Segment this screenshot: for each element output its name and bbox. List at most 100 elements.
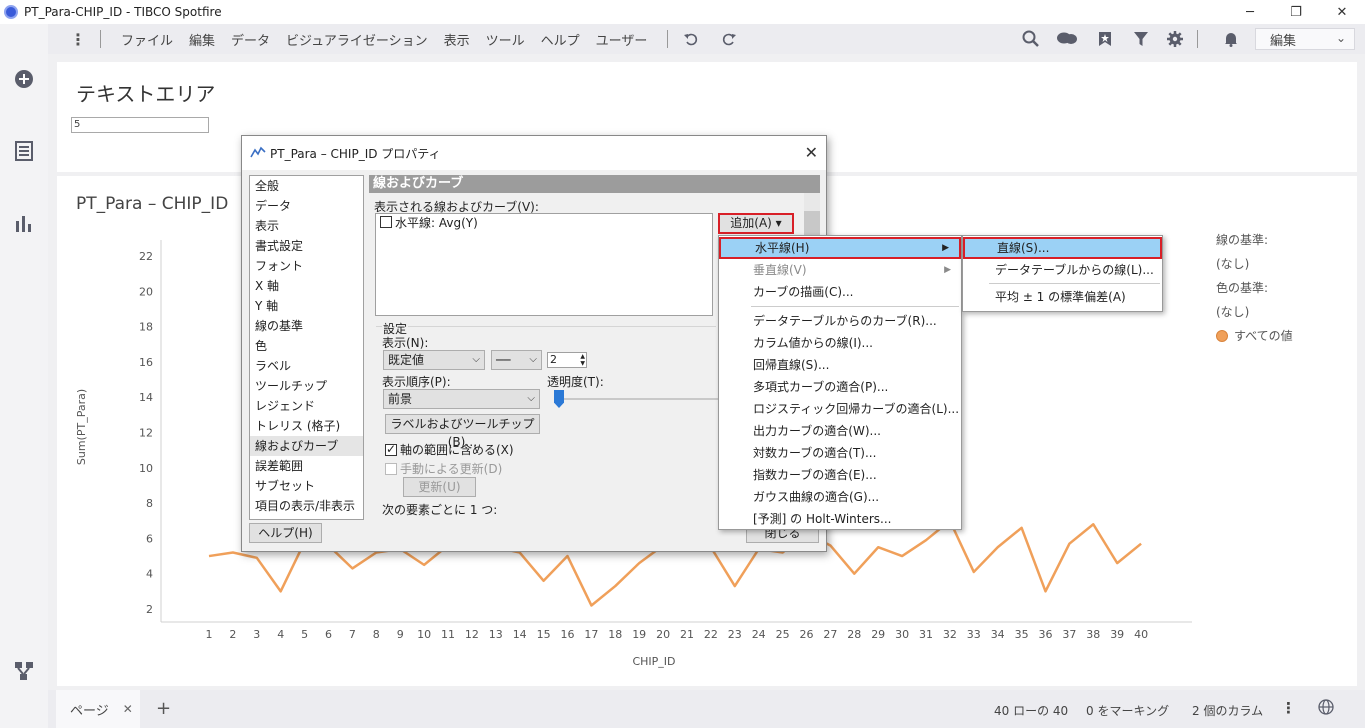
add-menu: 水平線(H) ▶ 垂直線(V) ▶ カーブの描画(C)... データテーブルからのカーブ(…: [718, 235, 962, 530]
globe-icon[interactable]: [1318, 694, 1334, 718]
dialog-titlebar[interactable]: PT_Para – CHIP_ID プロパティ ✕: [242, 136, 826, 170]
add-menu-item[interactable]: カラム値からの線(I)...: [719, 332, 961, 354]
add-menu-item[interactable]: 多項式カーブの適合(P)...: [719, 376, 961, 398]
nav-item[interactable]: フォント: [250, 256, 363, 276]
transparency-slider-thumb[interactable]: [554, 390, 564, 408]
legend-line-basis-value[interactable]: (なし): [1216, 252, 1293, 276]
column-count: 2 個のカラム: [1192, 704, 1264, 718]
page-tab[interactable]: ページ ✕: [56, 690, 140, 728]
nav-item[interactable]: レジェンド: [250, 396, 363, 416]
x-tick-label: 31: [919, 628, 933, 641]
spinner-arrows-icon[interactable]: ▲ ▼: [580, 353, 585, 367]
add-page-icon[interactable]: +: [156, 698, 171, 719]
x-tick-label: 26: [800, 628, 814, 641]
add-menu-item[interactable]: 出力カーブの適合(W)...: [719, 420, 961, 442]
chevron-down-icon: ⌵: [529, 354, 537, 365]
chevron-down-icon: ⌵: [527, 393, 535, 404]
menu-item-label: データテーブルからのカーブ(R)...: [753, 314, 937, 328]
transparency-slider-track[interactable]: [560, 398, 720, 400]
curve-item-label: 水平線: Avg(Y): [395, 215, 478, 230]
x-tick-label: 10: [417, 628, 431, 641]
submenu-item[interactable]: 平均 ± 1 の標準偏差(A): [963, 286, 1162, 308]
row-count: 40 ローの 40: [994, 704, 1069, 718]
x-tick-label: 8: [373, 628, 380, 641]
add-menu-item[interactable]: ロジスティック回帰カーブの適合(L)...: [719, 398, 961, 420]
submenu-item[interactable]: 直線(S)...: [963, 237, 1162, 259]
x-tick-label: 30: [895, 628, 909, 641]
x-tick-label: 32: [943, 628, 957, 641]
list-item[interactable]: 水平線: Avg(Y): [376, 214, 712, 230]
legend-color-basis-value[interactable]: (なし): [1216, 300, 1293, 324]
nav-item[interactable]: 色: [250, 336, 363, 356]
y-tick-label: 6: [146, 532, 153, 545]
nav-item[interactable]: トレリス (格子): [250, 416, 363, 436]
x-tick-label: 35: [1015, 628, 1029, 641]
nav-item[interactable]: Y 軸: [250, 296, 363, 316]
nav-item[interactable]: 項目の表示/非表示: [250, 496, 363, 516]
help-button[interactable]: ヘルプ(H): [249, 523, 322, 543]
order-label: 表示順序(P):: [382, 375, 451, 389]
nav-item[interactable]: 表示: [250, 216, 363, 236]
horizontal-line-submenu: 直線(S)... データテーブルからの線(L)... 平均 ± 1 の標準偏差(A): [962, 235, 1163, 312]
line-style-value: ──: [496, 353, 511, 367]
x-tick-label: 24: [752, 628, 766, 641]
nav-item[interactable]: データ: [250, 196, 363, 216]
menu-item-label: 多項式カーブの適合(P)...: [753, 380, 889, 394]
y-tick-label: 18: [139, 321, 153, 334]
close-page-icon[interactable]: ✕: [123, 702, 133, 716]
menu-separator: [751, 306, 959, 307]
add-menu-item[interactable]: 対数カーブの適合(T)...: [719, 442, 961, 464]
nav-item[interactable]: 線の基準: [250, 316, 363, 336]
line-width-spinner[interactable]: 2 ▲ ▼: [547, 352, 587, 368]
nav-item[interactable]: サブセット: [250, 476, 363, 496]
x-tick-label: 40: [1134, 628, 1148, 641]
y-tick-label: 12: [139, 427, 153, 440]
include-axis-checkbox[interactable]: [385, 442, 397, 456]
legend-item-label: すべての値: [1234, 329, 1293, 343]
x-axis-label: CHIP_ID: [632, 655, 675, 668]
nav-item[interactable]: 誤差範囲: [250, 456, 363, 476]
add-menu-item[interactable]: データテーブルからのカーブ(R)...: [719, 310, 961, 332]
nav-item[interactable]: ラベル: [250, 356, 363, 376]
order-select[interactable]: 前景 ⌵: [383, 389, 540, 409]
labels-tooltips-button[interactable]: ラベルおよびツールチップ(B)…: [385, 414, 540, 449]
nav-item[interactable]: ツールチップ: [250, 376, 363, 396]
line-width-value: 2: [550, 353, 557, 366]
dialog-close-icon[interactable]: ✕: [805, 143, 818, 162]
x-tick-label: 5: [301, 628, 308, 641]
nav-item[interactable]: 書式設定: [250, 236, 363, 256]
line-style-select[interactable]: ── ⌵: [491, 350, 542, 370]
add-menu-item[interactable]: [予測] の Holt-Winters...: [719, 508, 961, 530]
menu-item-label: ロジスティック回帰カーブの適合(L)...: [753, 402, 960, 416]
add-menu-item[interactable]: 指数カーブの適合(E)...: [719, 464, 961, 486]
nav-item[interactable]: 全般: [250, 176, 363, 196]
display-select[interactable]: 既定値 ⌵: [383, 350, 485, 370]
nav-item[interactable]: 線およびカーブ: [250, 436, 363, 456]
x-tick-label: 25: [776, 628, 790, 641]
menu-item-label: 水平線(H): [755, 241, 810, 255]
add-menu-item[interactable]: 回帰直線(S)...: [719, 354, 961, 376]
menu-item-label: 出力カーブの適合(W)...: [753, 424, 881, 438]
y-tick-label: 16: [139, 356, 153, 369]
add-button[interactable]: 追加(A) ▾: [718, 213, 794, 234]
legend-item-all-values[interactable]: すべての値: [1216, 324, 1293, 348]
add-menu-item[interactable]: 水平線(H) ▶: [719, 237, 961, 259]
x-tick-label: 33: [967, 628, 981, 641]
transparency-label: 透明度(T):: [547, 375, 604, 389]
include-axis-option[interactable]: 軸の範囲に含める(X): [385, 441, 514, 458]
x-tick-label: 27: [823, 628, 837, 641]
curve-checkbox[interactable]: [380, 216, 392, 228]
nav-item[interactable]: X 軸: [250, 276, 363, 296]
add-menu-item[interactable]: ガウス曲線の適合(G)...: [719, 486, 961, 508]
submenu-item[interactable]: データテーブルからの線(L)...: [963, 259, 1162, 281]
status-more-icon[interactable]: ⋮: [1281, 699, 1296, 717]
per-element-label: 次の要素ごとに 1 つ:: [382, 503, 498, 517]
menu-item-label: 垂直線(V): [753, 263, 807, 277]
legend-swatch-icon: [1216, 330, 1228, 342]
add-menu-item[interactable]: カーブの描画(C)...: [719, 281, 961, 303]
chevron-down-icon: ⌵: [472, 354, 480, 365]
manual-update-checkbox: [385, 462, 397, 475]
submenu-arrow-icon: ▶: [942, 243, 949, 253]
y-tick-label: 14: [139, 391, 153, 404]
submenu-arrow-icon: ▶: [944, 265, 951, 275]
